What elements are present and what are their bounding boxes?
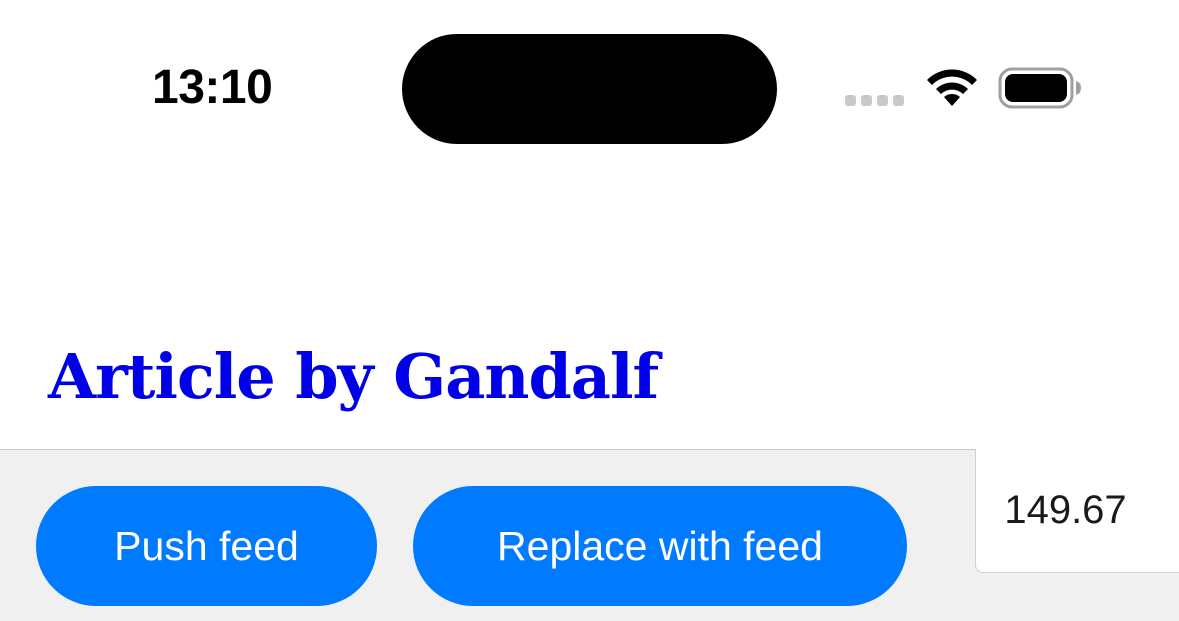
battery-icon [998,67,1081,109]
status-time: 13:10 [152,61,273,114]
push-feed-button[interactable]: Push feed [36,486,377,606]
replace-with-feed-button[interactable]: Replace with feed [413,486,907,606]
value-display: 149.67 [975,449,1179,573]
wifi-icon [927,69,977,106]
article-title: Article by Gandalf [48,340,659,413]
dynamic-island [402,34,777,144]
bottom-toolbar: Push feed Replace with feed 149.67 [0,449,1179,621]
cellular-signal-icon [845,95,905,107]
